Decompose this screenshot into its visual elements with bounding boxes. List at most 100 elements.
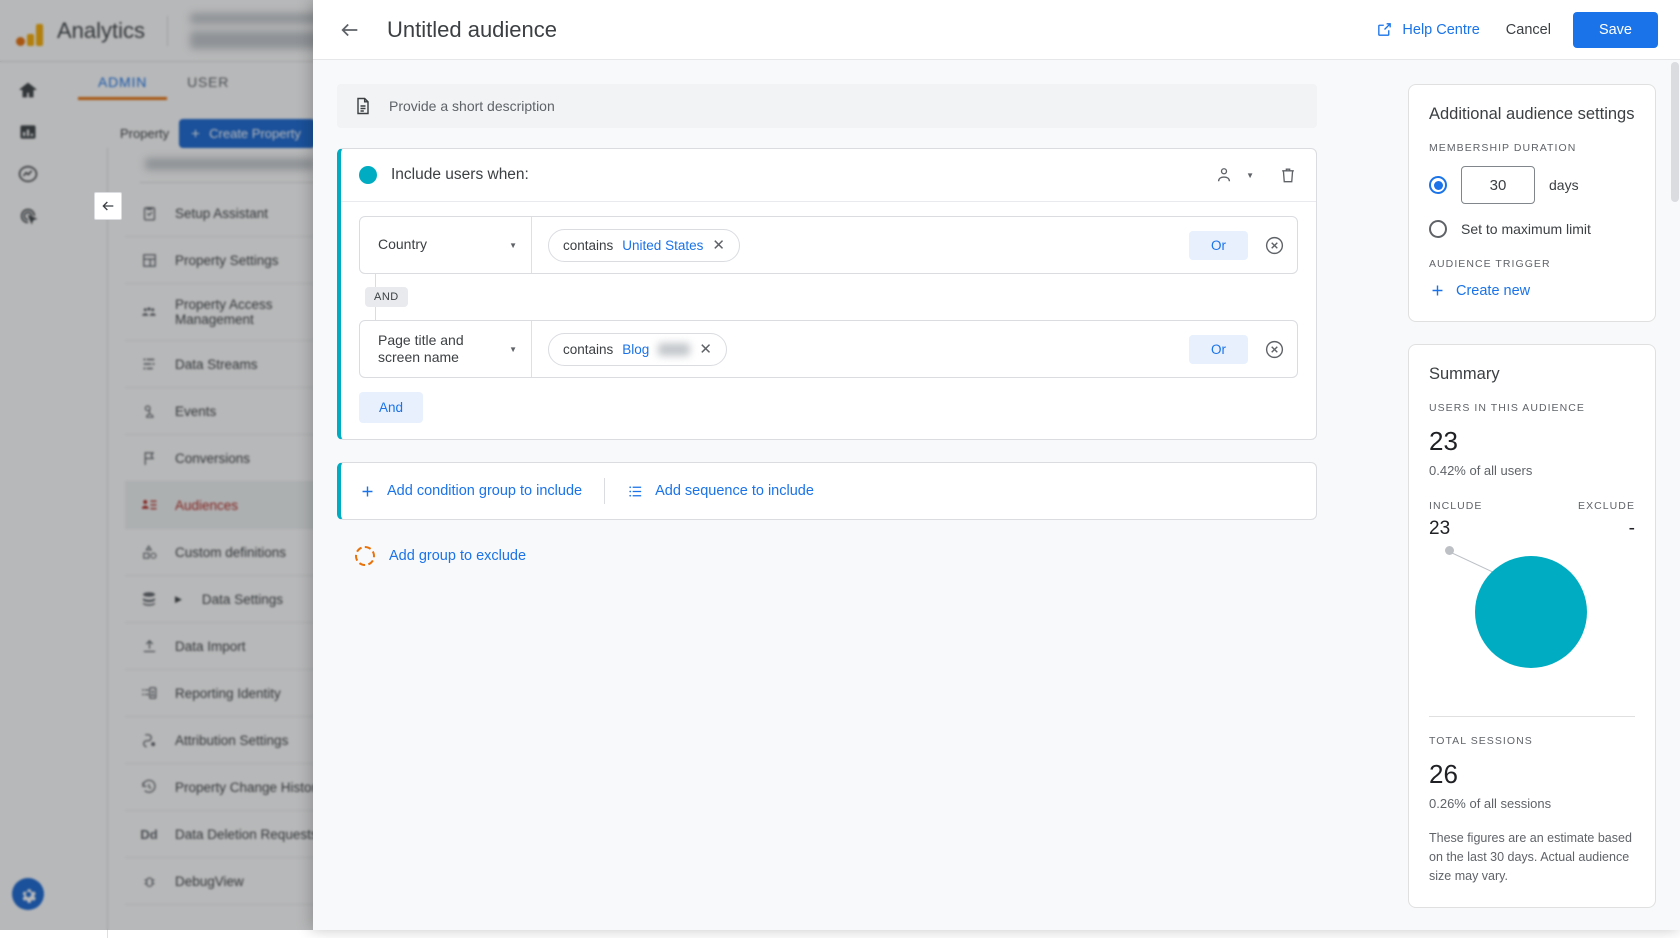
radio-duration-max[interactable] <box>1429 220 1447 238</box>
include-group-header: Include users when: ▼ <box>341 149 1316 202</box>
include-group-body: Country ▼ contains United States ✕ Or <box>341 202 1316 439</box>
create-trigger-button[interactable]: Create new <box>1429 282 1635 299</box>
duration-days-option[interactable]: 30 days <box>1429 166 1635 204</box>
close-icon[interactable]: ✕ <box>712 238 725 253</box>
add-condition-group-label: Add condition group to include <box>387 483 582 499</box>
remove-circle-icon <box>1264 235 1285 256</box>
add-condition-group-button[interactable]: Add condition group to include <box>359 483 582 500</box>
panel-body: Provide a short description Include user… <box>313 60 1680 930</box>
include-value: 23 <box>1429 518 1482 540</box>
filter-chip[interactable]: contains Blog ✕ <box>548 333 727 366</box>
filter-operator: contains <box>563 238 613 253</box>
add-exclude-group-button[interactable]: Add group to exclude <box>337 546 1388 566</box>
sessions-note: 0.26% of all sessions <box>1429 796 1635 811</box>
audience-trigger-eyebrow: AUDIENCE TRIGGER <box>1429 258 1635 270</box>
filter-operator: contains <box>563 342 613 357</box>
sessions-eyebrow: TOTAL SESSIONS <box>1429 735 1635 747</box>
builder-column: Provide a short description Include user… <box>313 60 1388 930</box>
remove-condition-button[interactable] <box>1264 339 1285 360</box>
save-button[interactable]: Save <box>1573 12 1658 48</box>
add-sequence-label: Add sequence to include <box>655 483 814 499</box>
description-placeholder: Provide a short description <box>389 98 555 114</box>
chevron-down-icon: ▼ <box>509 241 517 250</box>
add-sequence-button[interactable]: Add sequence to include <box>627 483 814 500</box>
help-centre-link[interactable]: Help Centre <box>1376 21 1479 38</box>
condition-row: Page title and screen name ▼ contains Bl… <box>359 320 1298 378</box>
back-arrow-icon <box>100 198 116 214</box>
include-exclude-header: INCLUDE 23 EXCLUDE - <box>1429 500 1635 540</box>
remove-condition-button[interactable] <box>1264 235 1285 256</box>
row-actions: Or <box>1189 217 1297 273</box>
chevron-down-icon: ▼ <box>509 345 517 354</box>
description-field[interactable]: Provide a short description <box>337 84 1317 128</box>
condition-row: Country ▼ contains United States ✕ Or <box>359 216 1298 274</box>
or-button[interactable]: Or <box>1189 335 1248 364</box>
create-trigger-label: Create new <box>1456 283 1530 299</box>
duration-days-unit: days <box>1549 177 1579 193</box>
dimension-label: Country <box>378 236 427 254</box>
chevron-down-icon: ▼ <box>1246 171 1254 180</box>
summary-card: Summary USERS IN THIS AUDIENCE 23 0.42% … <box>1408 344 1656 908</box>
or-button[interactable]: Or <box>1189 231 1248 260</box>
users-note: 0.42% of all users <box>1429 463 1635 478</box>
collapse-menu-button[interactable] <box>94 192 122 220</box>
delete-group-button[interactable] <box>1278 165 1298 185</box>
page-title[interactable]: Untitled audience <box>387 17 557 43</box>
duration-days-input[interactable]: 30 <box>1461 166 1535 204</box>
include-eyebrow: INCLUDE <box>1429 500 1482 512</box>
summary-title: Summary <box>1429 365 1635 384</box>
panel-scrollbar[interactable] <box>1671 62 1679 202</box>
list-icon <box>627 483 644 500</box>
remove-circle-icon <box>1264 339 1285 360</box>
venn-diagram <box>1429 544 1635 702</box>
dimension-select[interactable]: Page title and screen name ▼ <box>360 321 532 377</box>
settings-title: Additional audience settings <box>1429 105 1635 124</box>
radio-duration-days[interactable] <box>1429 176 1447 194</box>
filter-value-redacted <box>658 343 690 356</box>
settings-column: Additional audience settings MEMBERSHIP … <box>1388 60 1680 930</box>
summary-divider <box>1429 716 1635 717</box>
external-link-icon <box>1376 21 1393 38</box>
exclude-block: EXCLUDE - <box>1578 500 1635 540</box>
filter-value: United States <box>622 238 703 253</box>
filter-area: contains United States ✕ <box>532 217 1189 273</box>
additional-settings-card: Additional audience settings MEMBERSHIP … <box>1408 84 1656 322</box>
dashed-circle-icon <box>355 546 375 566</box>
add-exclude-group-label: Add group to exclude <box>389 548 526 564</box>
filter-chip[interactable]: contains United States ✕ <box>548 229 740 262</box>
summary-disclaimer: These figures are an estimate based on t… <box>1429 829 1635 885</box>
include-condition-group: Include users when: ▼ Country ▼ <box>337 148 1317 440</box>
action-divider <box>604 478 605 504</box>
exclude-value: - <box>1578 518 1635 540</box>
panel-header: Untitled audience Help Centre Cancel Sav… <box>313 0 1680 60</box>
scope-selector[interactable]: ▼ <box>1214 165 1254 185</box>
document-icon <box>353 96 373 116</box>
exclude-eyebrow: EXCLUDE <box>1578 500 1635 512</box>
sessions-value: 26 <box>1429 759 1635 790</box>
person-scope-icon <box>1214 165 1234 185</box>
duration-max-label: Set to maximum limit <box>1461 221 1591 237</box>
include-group-title: Include users when: <box>391 166 529 184</box>
trash-icon <box>1278 165 1298 185</box>
filter-value: Blog <box>622 342 649 357</box>
add-and-condition-button[interactable]: And <box>359 392 423 423</box>
include-block: INCLUDE 23 <box>1429 500 1482 540</box>
back-arrow-icon[interactable] <box>337 17 363 43</box>
close-icon[interactable]: ✕ <box>699 342 712 357</box>
users-eyebrow: USERS IN THIS AUDIENCE <box>1429 402 1635 414</box>
duration-max-option[interactable]: Set to maximum limit <box>1429 220 1635 238</box>
row-actions: Or <box>1189 321 1297 377</box>
plus-icon <box>1429 282 1446 299</box>
dimension-label: Page title and screen name <box>378 332 501 367</box>
plus-icon <box>359 483 376 500</box>
membership-duration-eyebrow: MEMBERSHIP DURATION <box>1429 142 1635 154</box>
and-label: AND <box>365 287 408 307</box>
add-group-card: Add condition group to include Add seque… <box>337 462 1317 520</box>
venn-include-circle <box>1475 556 1587 668</box>
cancel-button[interactable]: Cancel <box>1506 22 1551 38</box>
include-dot-icon <box>359 166 377 184</box>
filter-area: contains Blog ✕ <box>532 321 1189 377</box>
dimension-select[interactable]: Country ▼ <box>360 217 532 273</box>
help-centre-label: Help Centre <box>1402 22 1479 38</box>
audience-builder-panel: Untitled audience Help Centre Cancel Sav… <box>313 0 1680 930</box>
